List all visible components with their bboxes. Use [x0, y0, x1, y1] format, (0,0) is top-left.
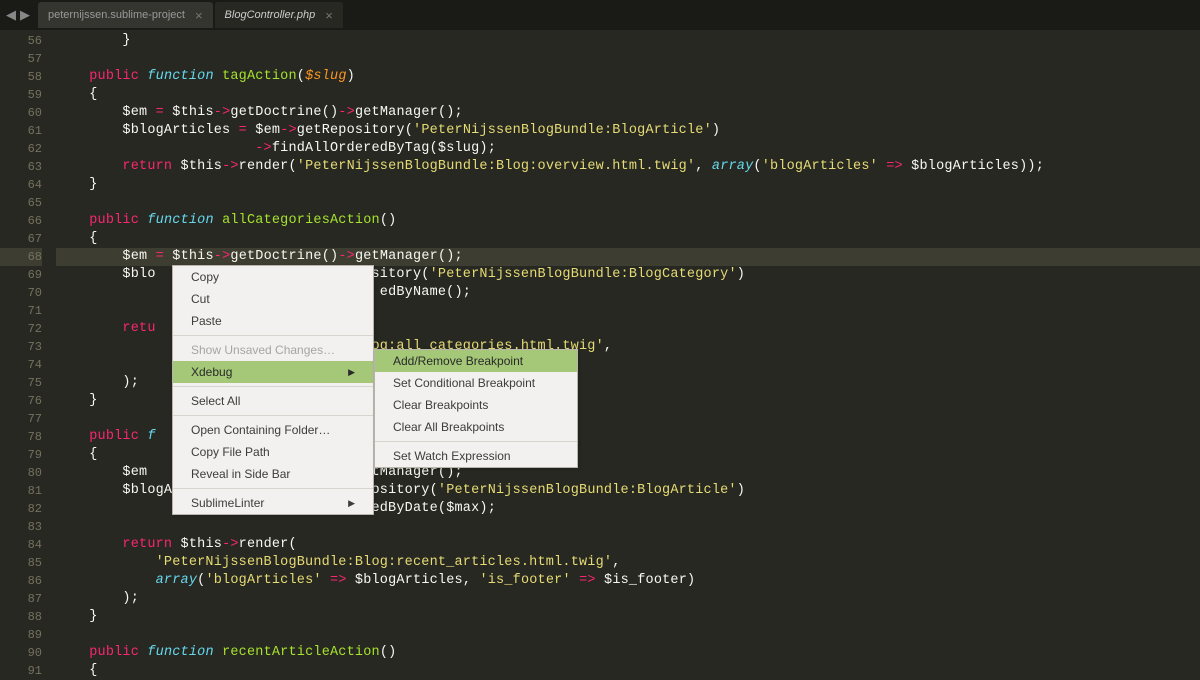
line-number[interactable]: 59 — [0, 86, 42, 104]
code-line[interactable]: return $this->render( — [56, 536, 1200, 554]
line-number[interactable]: 85 — [0, 554, 42, 572]
code-line[interactable]: { — [56, 86, 1200, 104]
menu-open-folder[interactable]: Open Containing Folder… — [173, 419, 373, 441]
menu-label: Xdebug — [191, 365, 232, 379]
line-number[interactable]: 89 — [0, 626, 42, 644]
line-number[interactable]: 76 — [0, 392, 42, 410]
line-number[interactable]: 72 — [0, 320, 42, 338]
code-line[interactable]: ->findAllOrderedByTag($slug); — [56, 140, 1200, 158]
line-number[interactable]: 66 — [0, 212, 42, 230]
menu-set-watch-expression[interactable]: Set Watch Expression — [375, 445, 577, 467]
line-number[interactable]: 63 — [0, 158, 42, 176]
line-number[interactable]: 91 — [0, 662, 42, 680]
tab-label: peternijssen.sublime-project — [48, 9, 185, 21]
line-number[interactable]: 75 — [0, 374, 42, 392]
code-line[interactable]: return $this->render('PeterNijssenBlogBu… — [56, 158, 1200, 176]
tab-project[interactable]: peternijssen.sublime-project × — [38, 2, 213, 28]
line-number[interactable]: 64 — [0, 176, 42, 194]
menu-set-conditional-breakpoint[interactable]: Set Conditional Breakpoint — [375, 372, 577, 394]
tab-blogcontroller[interactable]: BlogController.php × — [215, 2, 343, 28]
line-number[interactable]: 68 — [0, 248, 42, 266]
tab-label: BlogController.php — [225, 9, 316, 21]
code-line[interactable]: array('blogArticles' => $blogArticles, '… — [56, 572, 1200, 590]
code-line[interactable] — [56, 194, 1200, 212]
code-line[interactable]: } — [56, 176, 1200, 194]
tab-bar: ◀ ▶ peternijssen.sublime-project × BlogC… — [0, 0, 1200, 30]
code-line[interactable]: public function recentArticleAction() — [56, 644, 1200, 662]
line-number[interactable]: 61 — [0, 122, 42, 140]
menu-sublimelinter[interactable]: SublimeLinter ▶ — [173, 492, 373, 514]
nav-back-icon[interactable]: ◀ — [4, 8, 18, 23]
line-number[interactable]: 88 — [0, 608, 42, 626]
code-line[interactable]: 'PeterNijssenBlogBundle:Blog:recent_arti… — [56, 554, 1200, 572]
line-number[interactable]: 67 — [0, 230, 42, 248]
menu-separator — [173, 335, 373, 336]
menu-cut[interactable]: Cut — [173, 288, 373, 310]
menu-separator — [173, 386, 373, 387]
line-number[interactable]: 62 — [0, 140, 42, 158]
menu-separator — [173, 488, 373, 489]
code-line[interactable] — [56, 50, 1200, 68]
code-line[interactable]: $em = $this->getDoctrine()->getManager()… — [56, 248, 1200, 266]
line-number[interactable]: 84 — [0, 536, 42, 554]
menu-copy[interactable]: Copy — [173, 266, 373, 288]
context-submenu-xdebug: Add/Remove Breakpoint Set Conditional Br… — [374, 349, 578, 468]
code-line[interactable]: public function allCategoriesAction() — [56, 212, 1200, 230]
code-line[interactable]: { — [56, 662, 1200, 680]
line-number[interactable]: 90 — [0, 644, 42, 662]
menu-select-all[interactable]: Select All — [173, 390, 373, 412]
chevron-right-icon: ▶ — [348, 498, 355, 509]
menu-paste[interactable]: Paste — [173, 310, 373, 332]
line-number[interactable]: 73 — [0, 338, 42, 356]
line-number[interactable]: 83 — [0, 518, 42, 536]
line-number[interactable]: 69 — [0, 266, 42, 284]
menu-clear-all-breakpoints[interactable]: Clear All Breakpoints — [375, 416, 577, 438]
line-number[interactable]: 70 — [0, 284, 42, 302]
line-number[interactable]: 71 — [0, 302, 42, 320]
line-number[interactable]: 82 — [0, 500, 42, 518]
line-number[interactable]: 79 — [0, 446, 42, 464]
line-number[interactable]: 78 — [0, 428, 42, 446]
line-number[interactable]: 81 — [0, 482, 42, 500]
line-number[interactable]: 65 — [0, 194, 42, 212]
line-number[interactable]: 60 — [0, 104, 42, 122]
menu-separator — [173, 415, 373, 416]
nav-forward-icon[interactable]: ▶ — [18, 8, 32, 23]
code-line[interactable]: ); — [56, 590, 1200, 608]
code-line[interactable]: public function tagAction($slug) — [56, 68, 1200, 86]
menu-label: SublimeLinter — [191, 496, 264, 510]
chevron-right-icon: ▶ — [348, 367, 355, 378]
nav-arrows: ◀ ▶ — [4, 8, 32, 23]
menu-separator — [375, 441, 577, 442]
menu-clear-breakpoints[interactable]: Clear Breakpoints — [375, 394, 577, 416]
code-line[interactable]: } — [56, 32, 1200, 50]
code-line[interactable]: $em = $this->getDoctrine()->getManager()… — [56, 104, 1200, 122]
line-number[interactable]: 77 — [0, 410, 42, 428]
line-number[interactable]: 58 — [0, 68, 42, 86]
close-icon[interactable]: × — [195, 8, 203, 23]
code-line[interactable]: { — [56, 230, 1200, 248]
close-icon[interactable]: × — [325, 8, 333, 23]
line-number[interactable]: 87 — [0, 590, 42, 608]
line-number[interactable]: 74 — [0, 356, 42, 374]
context-menu: Copy Cut Paste Show Unsaved Changes… Xde… — [172, 265, 374, 515]
line-number[interactable]: 80 — [0, 464, 42, 482]
code-line[interactable] — [56, 518, 1200, 536]
line-number[interactable]: 86 — [0, 572, 42, 590]
code-line[interactable] — [56, 626, 1200, 644]
menu-copy-path[interactable]: Copy File Path — [173, 441, 373, 463]
menu-unsaved-changes: Show Unsaved Changes… — [173, 339, 373, 361]
menu-xdebug[interactable]: Xdebug ▶ — [173, 361, 373, 383]
gutter: 5657585960616263646566676869707172737475… — [0, 30, 56, 677]
line-number[interactable]: 56 — [0, 32, 42, 50]
menu-reveal-sidebar[interactable]: Reveal in Side Bar — [173, 463, 373, 485]
code-line[interactable]: $blogArticles = $em->getRepository('Pete… — [56, 122, 1200, 140]
menu-add-remove-breakpoint[interactable]: Add/Remove Breakpoint — [375, 350, 577, 372]
code-line[interactable]: } — [56, 608, 1200, 626]
line-number[interactable]: 57 — [0, 50, 42, 68]
